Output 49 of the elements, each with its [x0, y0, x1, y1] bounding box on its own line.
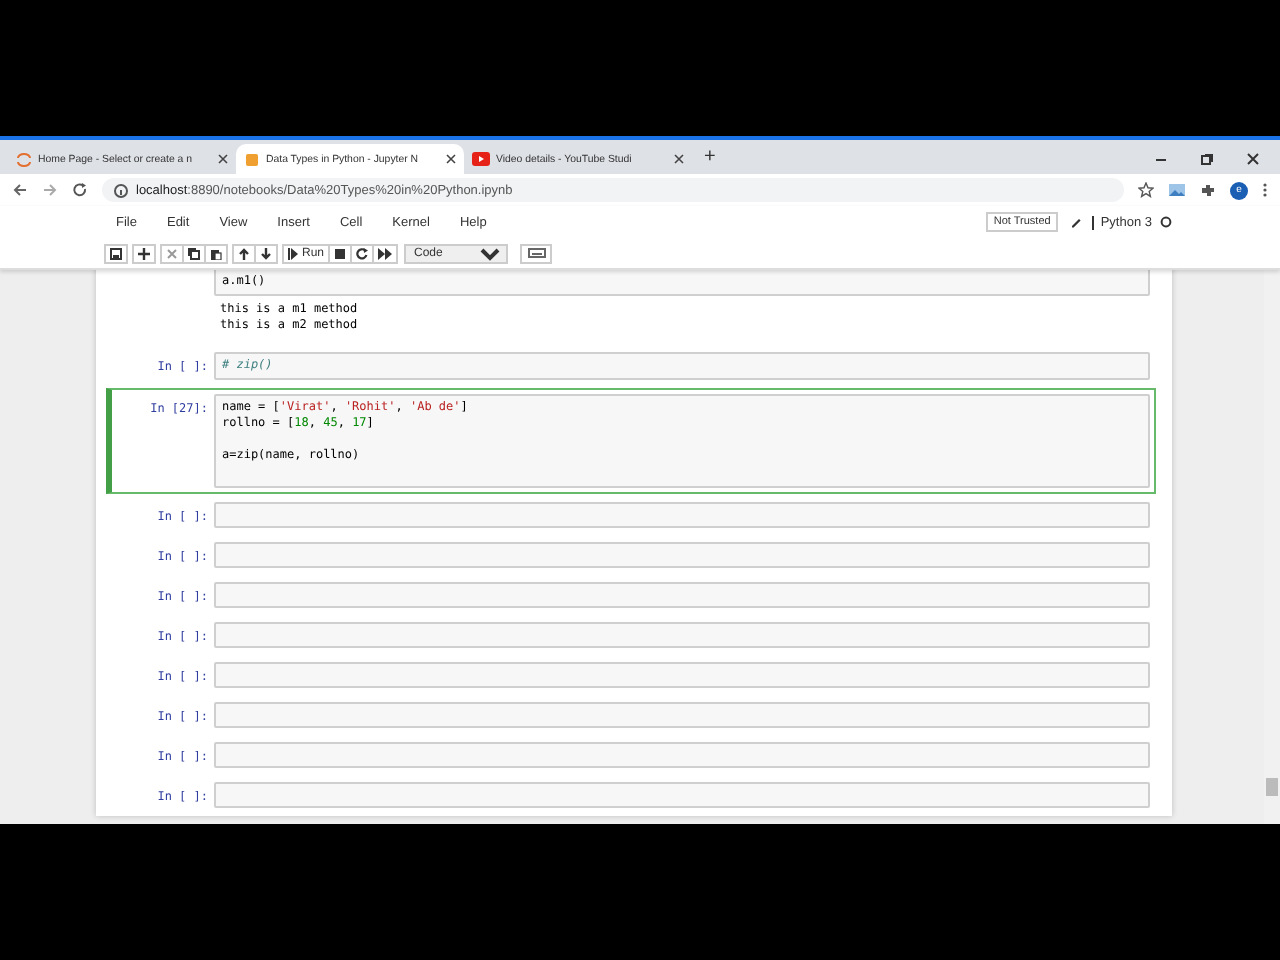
code-cell[interactable] [214, 622, 1150, 648]
scrollbar-thumb[interactable] [1266, 778, 1278, 796]
add-cell-button[interactable] [132, 243, 156, 263]
move-up-icon [238, 247, 250, 259]
pencil-icon[interactable] [1070, 216, 1083, 228]
stop-icon [334, 247, 347, 259]
kernel-idle-icon [1160, 216, 1172, 228]
fast-forward-button[interactable] [372, 243, 399, 263]
close-icon[interactable] [218, 154, 228, 164]
code-cell[interactable] [214, 742, 1150, 768]
close-icon[interactable] [674, 154, 684, 164]
keyboard-icon [527, 248, 546, 258]
play-icon [472, 152, 490, 166]
copy-button[interactable] [182, 243, 206, 263]
code-cell[interactable] [214, 662, 1150, 688]
puzzle-icon[interactable] [1200, 182, 1216, 198]
close-icon[interactable] [1246, 152, 1260, 166]
restart-icon [356, 247, 369, 259]
stop-button[interactable] [328, 243, 353, 263]
save-icon [110, 247, 122, 259]
new-tab-button[interactable]: + [704, 144, 716, 174]
arc-logo-icon [16, 151, 32, 167]
code-cell[interactable] [214, 542, 1150, 568]
paste-icon [210, 247, 222, 259]
more-icon[interactable] [1262, 182, 1268, 198]
info-icon[interactable] [114, 183, 128, 197]
code-cell[interactable] [214, 582, 1150, 608]
keyboard-button[interactable] [520, 243, 553, 263]
move-up-button[interactable] [232, 243, 256, 263]
step-forward-icon [288, 247, 298, 259]
restore-icon[interactable] [1200, 152, 1214, 166]
code-cell[interactable] [214, 702, 1150, 728]
image-icon[interactable] [1168, 182, 1186, 198]
code-cell[interactable] [214, 782, 1150, 808]
fast-forward-icon [378, 247, 393, 259]
reload-icon[interactable] [72, 182, 88, 198]
paste-button[interactable] [204, 243, 228, 263]
move-down-icon [260, 247, 272, 259]
star-icon[interactable] [1138, 182, 1154, 198]
add-cell-icon [138, 247, 150, 259]
notebook-icon [244, 151, 260, 167]
cut-icon [166, 247, 178, 259]
close-icon[interactable] [446, 154, 456, 164]
copy-icon [188, 247, 200, 259]
move-down-button[interactable] [254, 243, 278, 263]
restart-button[interactable] [350, 243, 375, 263]
back-icon[interactable] [12, 182, 28, 198]
code-cell[interactable] [214, 502, 1150, 528]
save-button[interactable] [104, 243, 128, 263]
